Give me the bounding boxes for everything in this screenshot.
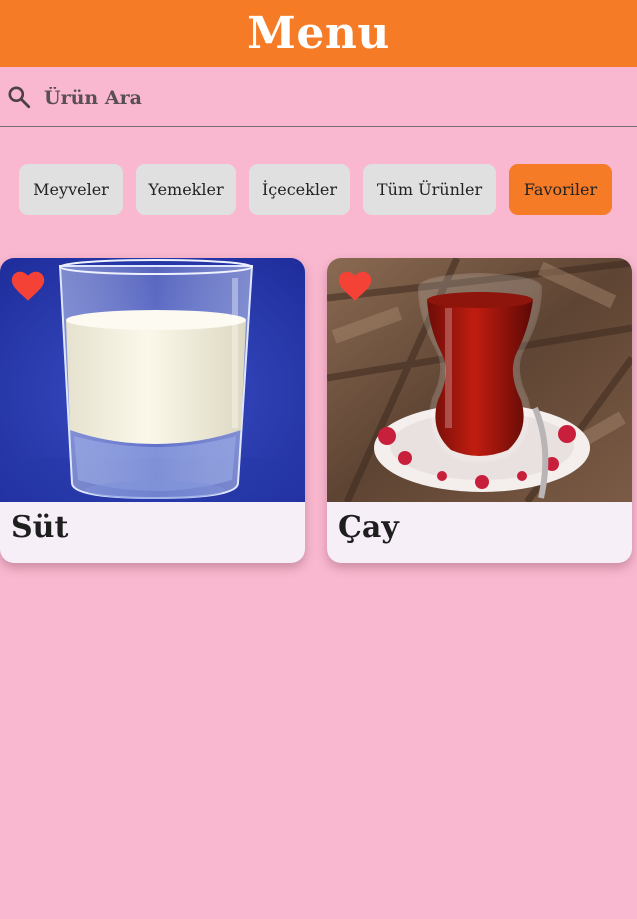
- chip-yemekler[interactable]: Yemekler: [136, 164, 236, 215]
- search-bar[interactable]: [0, 67, 637, 127]
- chip-meyveler[interactable]: Meyveler: [19, 164, 123, 215]
- product-card[interactable]: Süt: [0, 258, 305, 563]
- chip-icecekler[interactable]: İçecekler: [249, 164, 350, 215]
- tea-glass-image: [327, 258, 632, 502]
- search-input[interactable]: [44, 83, 604, 113]
- product-name: Çay: [338, 510, 399, 545]
- heart-icon[interactable]: [338, 271, 372, 302]
- category-chips: Meyveler Yemekler İçecekler Tüm Ürünler …: [0, 164, 637, 216]
- milk-glass-image: [0, 258, 305, 502]
- chip-favoriler[interactable]: Favoriler: [509, 164, 612, 215]
- product-name: Süt: [11, 510, 69, 545]
- page-title: Menu: [247, 8, 390, 59]
- chip-tum-urunler[interactable]: Tüm Ürünler: [363, 164, 496, 215]
- heart-icon[interactable]: [11, 271, 45, 302]
- app-bar: Menu: [0, 0, 637, 67]
- product-card[interactable]: Çay: [327, 258, 632, 563]
- search-icon: [8, 86, 31, 109]
